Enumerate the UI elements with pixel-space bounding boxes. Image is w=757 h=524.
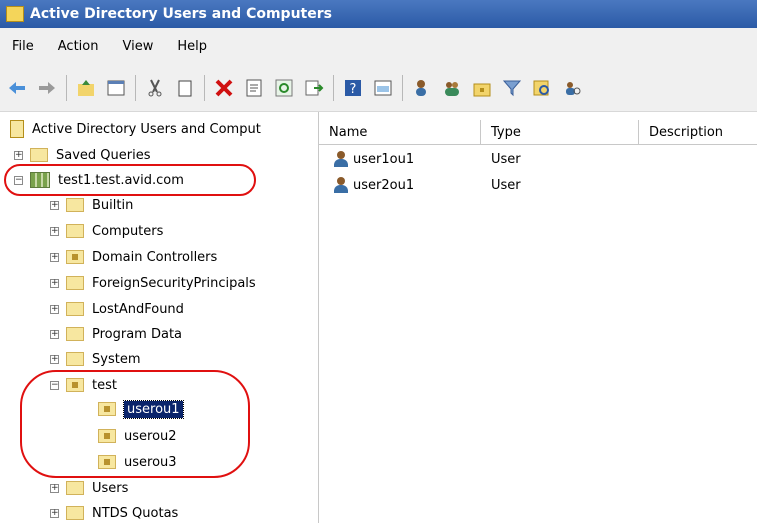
- snapin-icon: [10, 120, 24, 138]
- menu-help[interactable]: Help: [177, 39, 207, 54]
- tree-item-label: Builtin: [92, 197, 134, 213]
- new-ou-icon[interactable]: [471, 77, 493, 99]
- list-item[interactable]: user2ou1 User: [319, 174, 521, 196]
- help-icon[interactable]: ?: [342, 77, 364, 99]
- tree-item-label: ForeignSecurityPrincipals: [92, 275, 256, 291]
- expand-icon[interactable]: +: [50, 252, 59, 262]
- forward-icon[interactable]: [36, 77, 58, 99]
- expand-icon[interactable]: +: [50, 200, 59, 210]
- menu-view[interactable]: View: [122, 39, 153, 54]
- find-icon[interactable]: [531, 77, 553, 99]
- menu-bar: File Action View Help: [0, 28, 757, 64]
- tree-item-foreign-security-principals[interactable]: + ForeignSecurityPrincipals: [50, 272, 256, 294]
- back-icon[interactable]: [6, 77, 28, 99]
- new-group-icon[interactable]: [441, 77, 463, 99]
- tree-item-computers[interactable]: + Computers: [50, 220, 163, 242]
- folder-icon: [66, 224, 84, 238]
- expand-icon[interactable]: +: [50, 278, 59, 288]
- folder-icon: [66, 481, 84, 495]
- tree-item-label: Saved Queries: [56, 147, 151, 163]
- tree-item-lost-and-found[interactable]: + LostAndFound: [50, 298, 184, 320]
- delete-icon[interactable]: [213, 77, 235, 99]
- column-header-description[interactable]: Description: [639, 120, 757, 144]
- tree-item-builtin[interactable]: + Builtin: [50, 194, 133, 216]
- column-header-type[interactable]: Type: [481, 120, 639, 144]
- properties-icon[interactable]: [243, 77, 265, 99]
- expand-icon[interactable]: +: [50, 354, 59, 364]
- export-list-icon[interactable]: [303, 77, 325, 99]
- tree-item-label: Program Data: [92, 326, 183, 342]
- menu-action[interactable]: Action: [58, 39, 99, 54]
- user-icon: [333, 151, 349, 167]
- tree-item-label: Domain Controllers: [92, 249, 218, 265]
- list-item[interactable]: user1ou1 User: [319, 148, 521, 170]
- filter-icon[interactable]: [501, 77, 523, 99]
- console-tree-icon[interactable]: [372, 77, 394, 99]
- show-hide-tree-icon[interactable]: [105, 77, 127, 99]
- tree-item-label: Users: [92, 480, 129, 496]
- menu-file[interactable]: File: [12, 39, 34, 54]
- expand-icon[interactable]: +: [50, 329, 59, 339]
- refresh-icon[interactable]: [273, 77, 295, 99]
- list-item-name: user2ou1: [353, 177, 415, 193]
- toolbar-separator: [66, 74, 67, 101]
- tree-item-label: NTDS Quotas: [92, 505, 179, 521]
- expand-icon[interactable]: +: [50, 483, 59, 493]
- toolbar-separator: [333, 74, 334, 101]
- tree-root[interactable]: Active Directory Users and Comput: [10, 118, 261, 140]
- expand-icon[interactable]: +: [50, 304, 59, 314]
- folder-icon: [66, 302, 84, 316]
- list-item-type: User: [491, 177, 521, 193]
- tree-item-domain-controllers[interactable]: + Domain Controllers: [50, 246, 217, 268]
- details-pane: Name Type Description user1ou1 User user…: [319, 112, 757, 523]
- expand-icon[interactable]: +: [50, 508, 59, 518]
- list-header: Name Type Description: [319, 120, 757, 145]
- folder-icon: [66, 276, 84, 290]
- tree-item-label: LostAndFound: [92, 301, 184, 317]
- folder-icon: [30, 148, 48, 162]
- list-item-type: User: [491, 151, 521, 167]
- folder-icon: [66, 352, 84, 366]
- expand-icon[interactable]: +: [50, 226, 59, 236]
- window-title: Active Directory Users and Computers: [30, 6, 332, 22]
- up-folder-icon[interactable]: [75, 77, 97, 99]
- folder-icon: [66, 198, 84, 212]
- svg-text:?: ?: [350, 82, 357, 97]
- toolbar-separator: [135, 74, 136, 101]
- toolbar-separator: [402, 74, 403, 101]
- tree-item-label: Computers: [92, 223, 164, 239]
- tree-item-ntds-quotas[interactable]: + NTDS Quotas: [50, 502, 178, 524]
- tree-item-system[interactable]: + System: [50, 348, 140, 370]
- copy-icon[interactable]: [174, 77, 196, 99]
- toolbar: ?: [0, 64, 757, 112]
- tree-item-saved-queries[interactable]: + Saved Queries: [14, 144, 151, 166]
- folder-icon: [66, 506, 84, 520]
- folder-icon: [66, 327, 84, 341]
- annotation-circle-test-ou: [20, 370, 250, 478]
- tree-item-users[interactable]: + Users: [50, 477, 128, 499]
- tree-root-label: Active Directory Users and Comput: [32, 121, 261, 137]
- toolbar-separator: [204, 74, 205, 101]
- annotation-circle-domain: [4, 164, 256, 196]
- expand-icon[interactable]: +: [14, 150, 23, 160]
- cut-icon[interactable]: [144, 77, 166, 99]
- add-to-group-icon[interactable]: [561, 77, 583, 99]
- console-tree: Active Directory Users and Comput + Save…: [0, 112, 319, 523]
- tree-item-program-data[interactable]: + Program Data: [50, 323, 182, 345]
- ou-folder-icon: [66, 250, 84, 264]
- title-bar: Active Directory Users and Computers: [0, 0, 757, 28]
- tree-item-label: System: [92, 351, 141, 367]
- new-user-icon[interactable]: [411, 77, 433, 99]
- app-icon: [6, 6, 24, 22]
- user-icon: [333, 177, 349, 193]
- list-item-name: user1ou1: [353, 151, 415, 167]
- column-header-name[interactable]: Name: [319, 120, 481, 144]
